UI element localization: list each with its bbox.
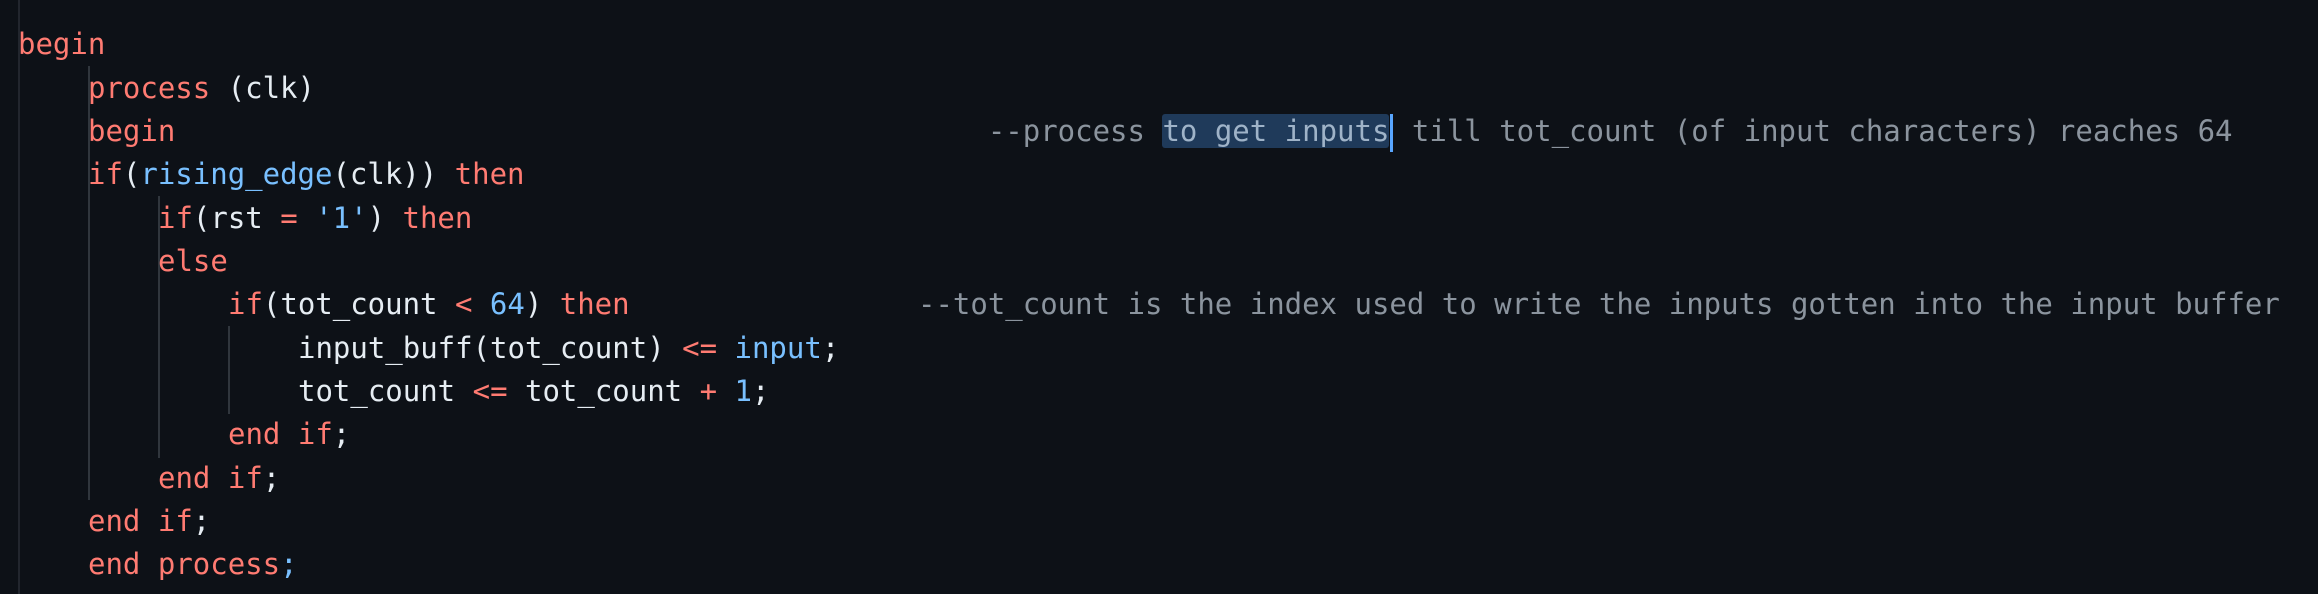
code-token: else [158,244,228,278]
code-token: then [454,157,525,191]
code-line: input_buff(tot_count) <= input; [298,327,839,370]
code-token: end [88,547,141,581]
indent-guide [18,0,20,594]
code-token: ; [280,547,298,581]
code-line: process (clk) [88,67,315,110]
code-token: <= [472,374,508,408]
text-cursor [1390,114,1394,152]
code-token: tot_count [298,374,473,408]
code-token: if [227,461,263,495]
code-token: tot_count [507,374,700,408]
code-token: if [297,417,333,451]
code-token: then [402,201,473,235]
code-token: rising_edge [140,157,333,191]
code-line: if(rising_edge(clk)) then [88,153,525,196]
code-token: ) [367,201,403,235]
code-token: = [280,201,298,235]
code-token: ; [752,374,770,408]
comment-text: till tot_count (of input characters) rea… [1394,114,2233,148]
code-line: end if; [158,457,280,500]
code-token: input [734,331,822,365]
code-token: '1' [315,201,368,235]
code-token: (tot_count [262,287,455,321]
code-token: if [157,504,193,538]
code-token: then [559,287,630,321]
code-line: tot_count <= tot_count + 1; [298,370,769,413]
code-line: end if; [88,500,210,543]
code-token: ) [524,287,560,321]
code-token: ( [122,157,141,191]
code-token: (clk) [210,71,315,105]
code-token: process [88,71,211,105]
code-line: end if; [228,413,350,456]
code-token: process [157,547,281,581]
code-editor[interactable]: begin process (clk) begin if(rising_edge(cl… [0,0,2318,594]
comment-text: --process [987,114,1163,148]
code-line: begin [88,110,175,153]
code-token: if [88,157,123,191]
indent-guide [228,326,230,414]
code-token: ; [821,331,840,365]
code-line: else [158,240,228,283]
code-token: + [699,374,718,408]
code-token: input_buff(tot_count) [298,331,683,365]
code-token: begin [18,27,106,61]
code-token: if [158,201,193,235]
code-token: begin [88,114,176,148]
code-token: < [454,287,473,321]
code-token: ; [192,504,211,538]
code-token: if [228,287,263,321]
comment-line-1: --process to get inputs till tot_count (… [918,67,2233,152]
code-line: end process; [88,543,298,586]
code-token: (clk)) [332,157,455,191]
code-token: 64 [489,287,525,321]
code-line: begin [18,23,105,66]
comment-line-2: --tot_count is the index used to write t… [918,287,2280,321]
code-token: end [228,417,281,451]
code-line: if(rst = '1') then [158,197,472,240]
code-token: 1 [734,374,752,408]
code-token: end [158,461,211,495]
code-token: ; [262,461,281,495]
code-token: end [88,504,141,538]
code-token: <= [682,331,718,365]
code-line: if(tot_count < 64) then [228,283,630,326]
text-selection[interactable]: to get inputs [1162,114,1390,148]
code-token: (rst [192,201,281,235]
code-token: ; [332,417,351,451]
